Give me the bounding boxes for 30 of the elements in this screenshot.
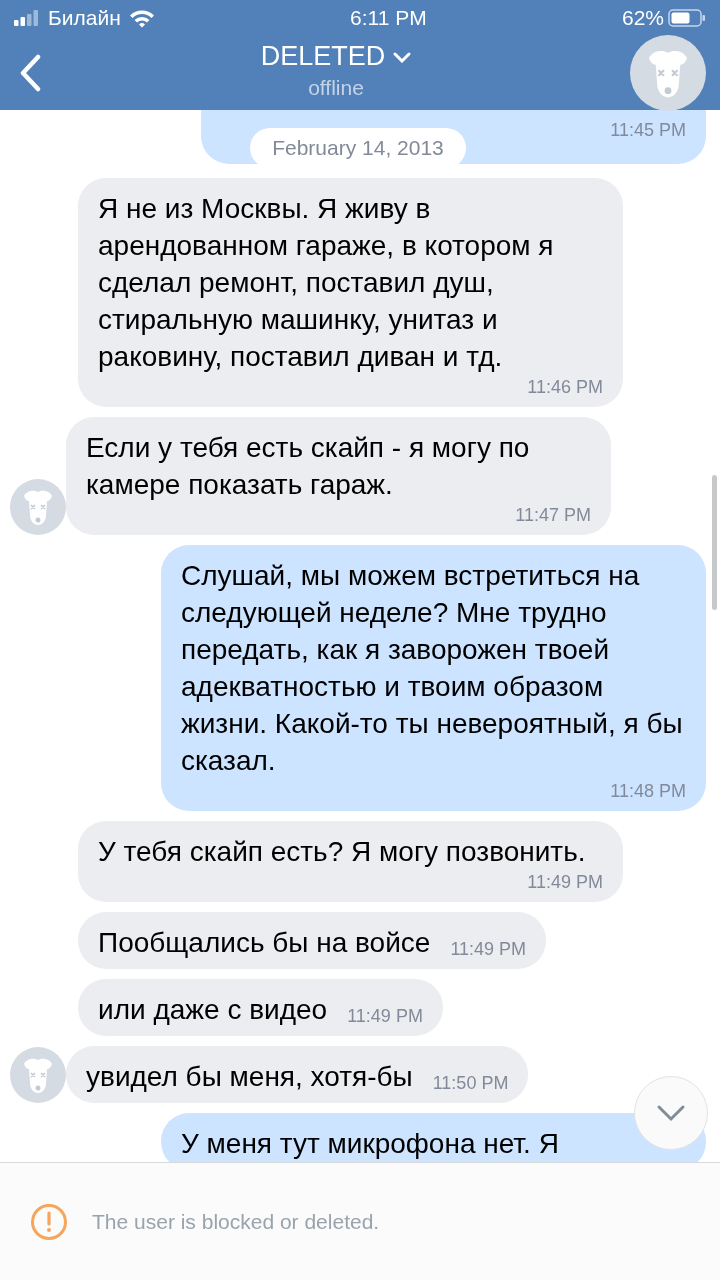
message-time: 11:49 PM bbox=[450, 937, 527, 961]
message-text: Если у тебя есть скайп - я могу по камере показать гараж. bbox=[86, 430, 531, 502]
battery-percent: 62% bbox=[621, 5, 664, 32]
message-time: 11:49 PM bbox=[527, 870, 603, 894]
message-text: У тебя скайп есть? Я могу позвонить. bbox=[98, 834, 586, 869]
message-time: 11:46 PM bbox=[527, 375, 603, 399]
message-text: Я не из Москвы. Я живу в арендованном гараже, в котором я сделал ремонт, поставил душ, стиральную машинку, унитаз и раковину, поставил диван и тд. bbox=[98, 191, 555, 374]
battery-icon bbox=[668, 9, 706, 27]
message-time: 11:45 PM bbox=[610, 119, 686, 142]
chevron-down-icon bbox=[656, 1104, 686, 1122]
message-text: или даже с видео bbox=[98, 992, 328, 1027]
status-time: 6:11 PM bbox=[349, 5, 428, 32]
chat-title[interactable]: DELETED bbox=[260, 42, 386, 73]
warning-icon bbox=[30, 1202, 68, 1241]
message-text: Пообщались бы на войсе bbox=[98, 925, 431, 960]
message-time: 11:50 PM bbox=[432, 1071, 509, 1095]
message-text: Слушай, мы можем встретиться на следующей неделе? Мне трудно передать, как я заворожен твоей адекватностью и твоим образом жизни. Какой-то ты невероятный, я бы сказал. bbox=[181, 558, 684, 778]
avatar-icon[interactable] bbox=[630, 35, 706, 111]
message-time: 11:49 PM bbox=[347, 1004, 423, 1028]
message-text: У меня тут микрофона нет. Я bbox=[181, 1126, 559, 1161]
message-time: 11:47 PM bbox=[515, 503, 591, 527]
status-text: offline bbox=[308, 75, 364, 102]
wifi-icon bbox=[128, 8, 155, 28]
chevron-down-icon[interactable] bbox=[393, 51, 412, 63]
carrier-name: Билайн bbox=[48, 5, 121, 32]
signal-icon bbox=[14, 10, 40, 26]
back-button[interactable] bbox=[18, 54, 42, 92]
message-text: увидел бы меня, хотя-бы bbox=[86, 1059, 413, 1094]
blocked-notice: The user is blocked or deleted. bbox=[92, 1208, 380, 1235]
message-time: 11:48 PM bbox=[610, 779, 686, 803]
